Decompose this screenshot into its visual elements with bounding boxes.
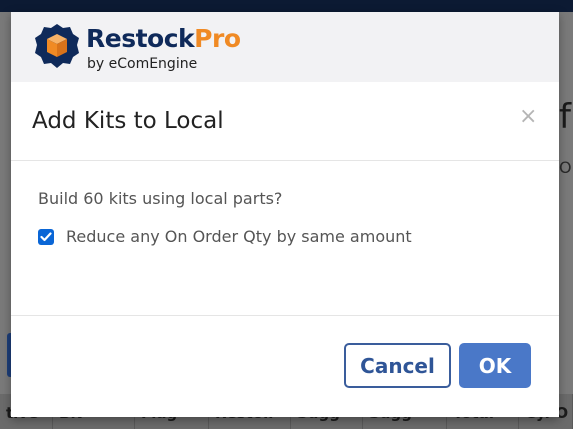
ok-button[interactable]: OK (459, 343, 531, 388)
restockpro-logo-icon (33, 23, 81, 73)
brand-name-accent: Pro (194, 24, 241, 53)
reduce-on-order-option[interactable]: Reduce any On Order Qty by same amount (38, 229, 412, 245)
background-top-bar (0, 0, 573, 12)
brand-name: RestockPro (86, 26, 241, 51)
background-fragment-text: O (559, 158, 572, 177)
dialog-body: Build 60 kits using local parts? Reduce … (11, 161, 559, 315)
brand-name-main: Restock (86, 24, 195, 53)
add-kits-dialog: RestockPro by eComEngine Add Kits to Loc… (11, 12, 559, 417)
brand-tagline: by eComEngine (87, 56, 198, 72)
brand-header: RestockPro by eComEngine (11, 12, 559, 82)
close-icon[interactable]: × (519, 106, 537, 128)
dialog-header: Add Kits to Local × (11, 82, 559, 161)
confirmation-question: Build 60 kits using local parts? (38, 189, 283, 208)
reduce-on-order-checkbox[interactable] (38, 229, 54, 245)
cancel-button[interactable]: Cancel (344, 343, 451, 388)
reduce-on-order-label[interactable]: Reduce any On Order Qty by same amount (66, 229, 412, 245)
dialog-footer: Cancel OK (11, 315, 559, 418)
checkmark-icon (40, 232, 52, 242)
dialog-title: Add Kits to Local (32, 108, 224, 134)
background-fragment-icon: f (559, 97, 571, 137)
